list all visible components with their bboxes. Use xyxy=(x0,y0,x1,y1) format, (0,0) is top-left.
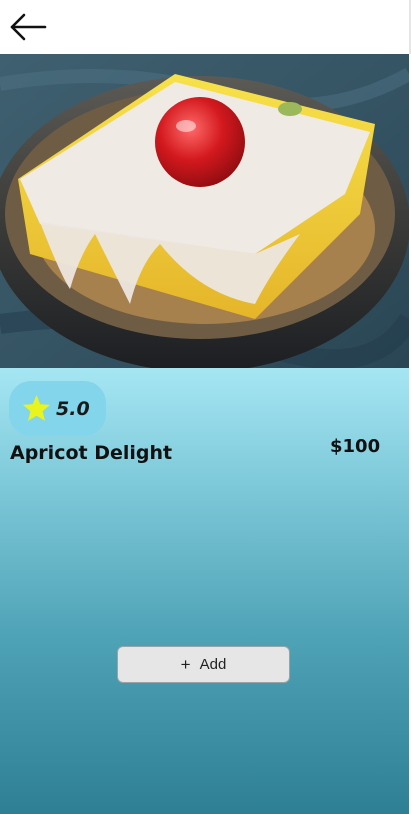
top-app-bar xyxy=(0,0,411,54)
dessert-photo xyxy=(0,54,409,368)
back-button[interactable] xyxy=(6,8,50,46)
add-button-label: Add xyxy=(199,656,227,673)
product-price: $100 xyxy=(330,436,381,457)
rating-value: 5.0 xyxy=(56,397,90,420)
plus-icon: + xyxy=(180,655,191,674)
star-icon xyxy=(22,394,51,421)
add-button[interactable]: + Add xyxy=(117,646,290,683)
product-image xyxy=(0,54,409,368)
rating-badge: 5.0 xyxy=(9,381,106,436)
product-name: Apricot Delight xyxy=(10,442,173,464)
arrow-left-icon xyxy=(10,13,47,41)
